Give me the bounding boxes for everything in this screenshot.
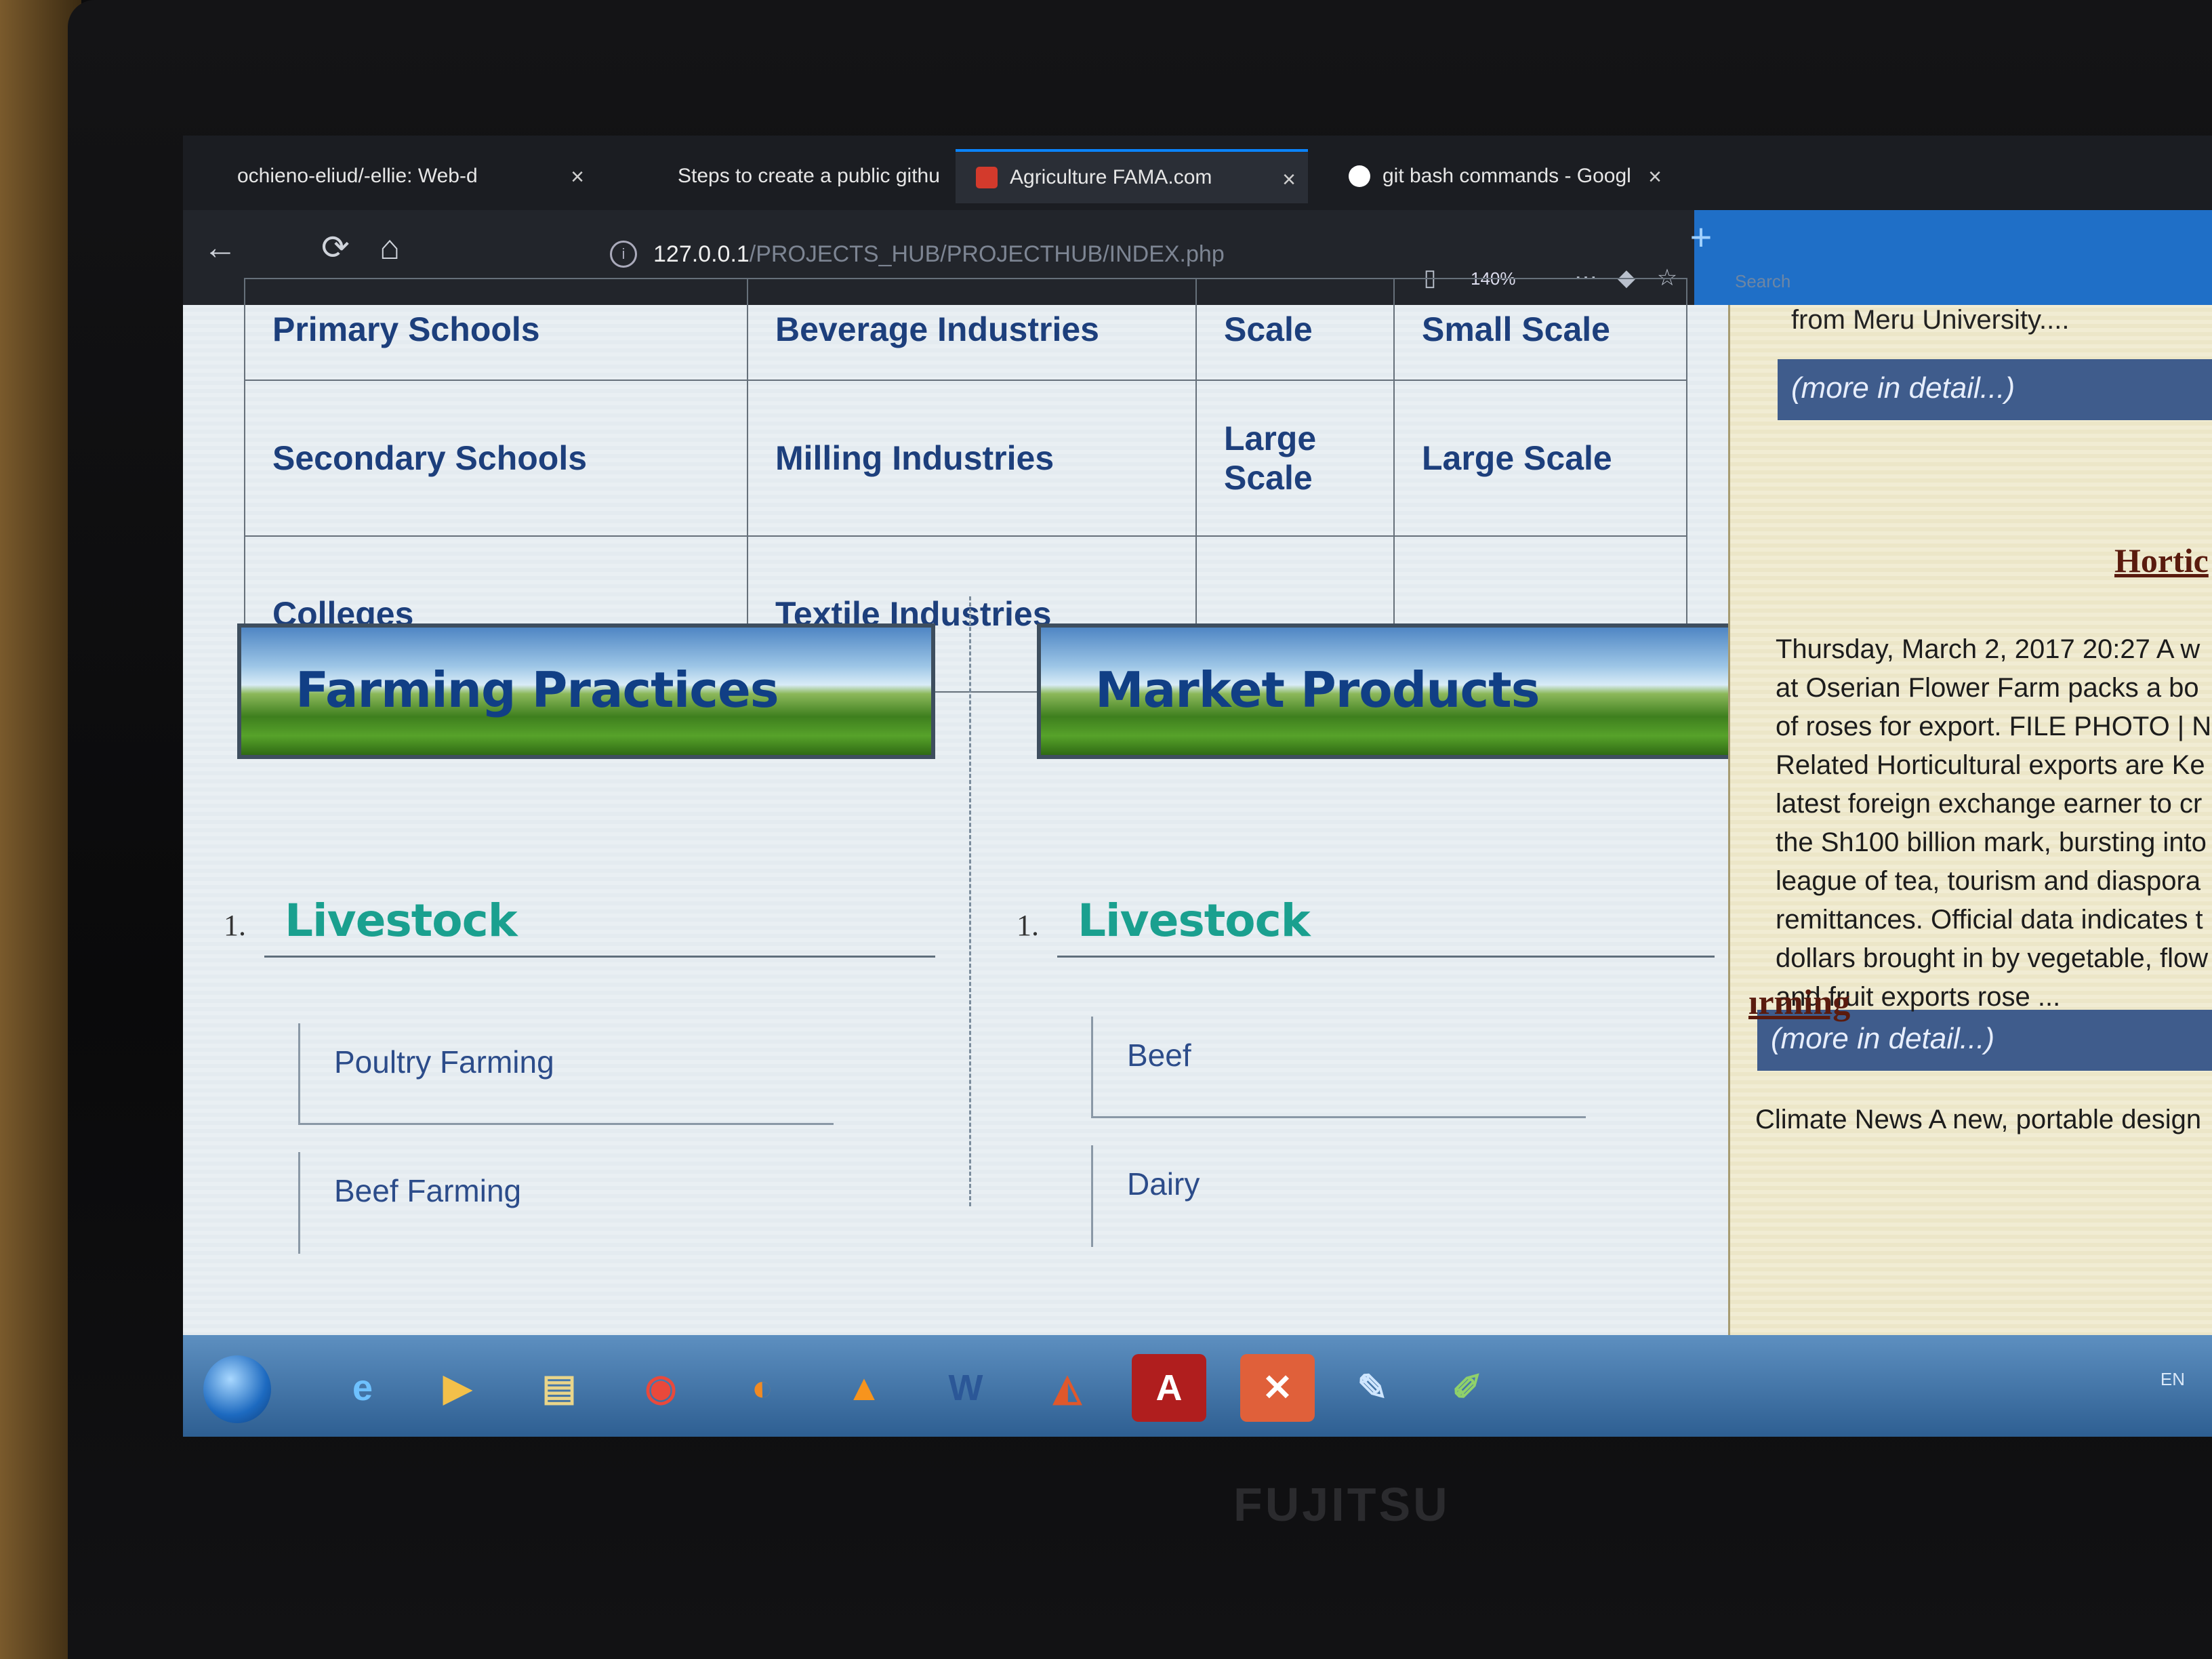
news-line: Thursday, March 2, 2017 20:27 A w — [1776, 634, 2200, 664]
matlab-icon[interactable]: ◭ — [1030, 1354, 1105, 1422]
info-icon[interactable]: i — [610, 241, 637, 268]
url-path: /PROJECTS_HUB/PROJECTHUB/INDEX.php — [749, 241, 1225, 267]
firefox-icon[interactable]: ◐ — [725, 1354, 800, 1422]
table-cell: Large Scale — [1195, 380, 1395, 537]
news-line: of roses for export. FILE PHOTO | N — [1776, 712, 2209, 741]
heading-underline — [1057, 956, 1715, 958]
tab-title: ochieno-eliud/-ellie: Web-d — [237, 165, 478, 187]
list-item-poultry[interactable]: Poultry Farming — [298, 1023, 834, 1125]
list-number: 1. — [1017, 909, 1039, 942]
tab-agriculture-fama[interactable]: Agriculture FAMA.com × — [956, 149, 1308, 203]
google-favicon-icon — [1349, 165, 1370, 187]
brand-logo: FUJITSU — [1233, 1478, 1450, 1531]
new-tab-icon[interactable]: + — [1674, 210, 1728, 264]
acrobat-icon[interactable]: A — [1132, 1354, 1206, 1422]
news-line: at Oserian Flower Farm packs a bo — [1776, 673, 2199, 703]
list-item-beef-farming[interactable]: Beef Farming — [298, 1152, 834, 1254]
back-arrow-icon[interactable]: ← — [197, 224, 244, 271]
table-cell: Primary Schools — [244, 278, 748, 381]
banner-title: Farming Practices — [295, 661, 779, 718]
address-bar[interactable]: i 127.0.0.1 /PROJECTS_HUB/PROJECTHUB/IND… — [610, 230, 1225, 278]
close-icon[interactable]: × — [1282, 167, 1296, 193]
xampp-icon[interactable]: ✕ — [1240, 1354, 1315, 1422]
url-host: 127.0.0.1 — [653, 241, 750, 267]
windows-taskbar: e ▶ ▤ ◉ ◐ ▲ W ◭ A ✕ ✎ ✐ EN — [183, 1335, 2212, 1437]
file-explorer-icon[interactable]: ▤ — [522, 1354, 596, 1422]
more-detail-button[interactable]: (more in detail...) — [1778, 359, 2212, 420]
tab-github-repo[interactable]: ochieno-eliud/-ellie: Web-d × — [217, 149, 596, 203]
column-divider — [969, 596, 974, 1206]
farming-title[interactable]: ırming — [1748, 983, 1850, 1023]
news-line: dollars brought in by vegetable, flow — [1776, 943, 2209, 973]
livestock-heading[interactable]: Livestock — [285, 895, 518, 947]
table-row: Secondary Schools Milling Industries Lar… — [244, 380, 1687, 537]
news-line: remittances. Official data indicates t — [1776, 905, 2203, 935]
list-item-beef[interactable]: Beef — [1091, 1017, 1586, 1118]
language-indicator[interactable]: EN — [2160, 1369, 2185, 1390]
table-cell: Small Scale — [1393, 278, 1687, 381]
list-item-dairy[interactable]: Dairy — [1091, 1145, 1586, 1247]
notepad-icon[interactable]: ✐ — [1430, 1354, 1504, 1422]
web-page: Primary Schools Beverage Industries Scal… — [183, 278, 2212, 1389]
table-cell: Milling Industries — [747, 380, 1197, 537]
table-cell: Secondary Schools — [244, 380, 748, 537]
market-products-banner[interactable]: Market Products — [1037, 623, 1735, 759]
table-cell: Beverage Industries — [747, 278, 1197, 381]
tab-title: Agriculture FAMA.com — [1010, 166, 1212, 188]
table-row: Primary Schools Beverage Industries Scal… — [244, 278, 1687, 381]
farming-practices-banner[interactable]: Farming Practices — [237, 623, 935, 759]
horticulture-title[interactable]: Hortic — [2114, 541, 2209, 580]
toolbar-extension-area: Search — [1694, 210, 2212, 305]
media-player-icon[interactable]: ▶ — [420, 1354, 495, 1422]
climate-news-text: Climate News A new, portable design — [1755, 1105, 2202, 1134]
sidebar-top-text: from Meru University.... — [1791, 305, 2070, 335]
table-cell: Large Scale — [1393, 380, 1687, 537]
search-field[interactable]: Search — [1735, 271, 1790, 292]
screen: ochieno-eliud/-ellie: Web-d × Steps to c… — [183, 136, 2212, 1437]
news-line: latest foreign exchange earner to cr — [1776, 789, 2203, 819]
vlc-icon[interactable]: ▲ — [827, 1354, 901, 1422]
tab-title: git bash commands - Googl — [1382, 165, 1631, 187]
tab-title: Steps to create a public githu — [678, 165, 940, 187]
list-number: 1. — [224, 909, 246, 942]
close-icon[interactable]: × — [571, 164, 584, 190]
chrome-icon[interactable]: ◉ — [623, 1354, 698, 1422]
news-line: the Sh100 billion mark, bursting into — [1776, 827, 2207, 857]
reload-icon[interactable]: ⟳ — [312, 224, 359, 271]
banner-title: Market Products — [1095, 661, 1540, 718]
table-cell: Scale — [1195, 278, 1395, 381]
xampp-favicon-icon — [976, 167, 998, 188]
ie-icon[interactable]: e — [325, 1354, 400, 1422]
home-icon[interactable]: ⌂ — [366, 224, 413, 271]
tab-bar: ochieno-eliud/-ellie: Web-d × Steps to c… — [183, 136, 2212, 210]
news-line: Related Horticultural exports are Ke — [1776, 750, 2205, 780]
heading-underline — [264, 956, 935, 958]
livestock-heading[interactable]: Livestock — [1078, 895, 1311, 947]
tab-git-bash-google[interactable]: git bash commands - Googl × — [1328, 149, 1674, 203]
news-line: league of tea, tourism and diaspora — [1776, 866, 2201, 896]
horticulture-news-text: Thursday, March 2, 2017 20:27 A w at Ose… — [1776, 630, 2209, 1017]
close-icon[interactable]: × — [1648, 164, 1662, 190]
word-icon[interactable]: W — [928, 1354, 1003, 1422]
start-icon[interactable] — [203, 1355, 271, 1423]
paint-icon[interactable]: ✎ — [1335, 1354, 1410, 1422]
